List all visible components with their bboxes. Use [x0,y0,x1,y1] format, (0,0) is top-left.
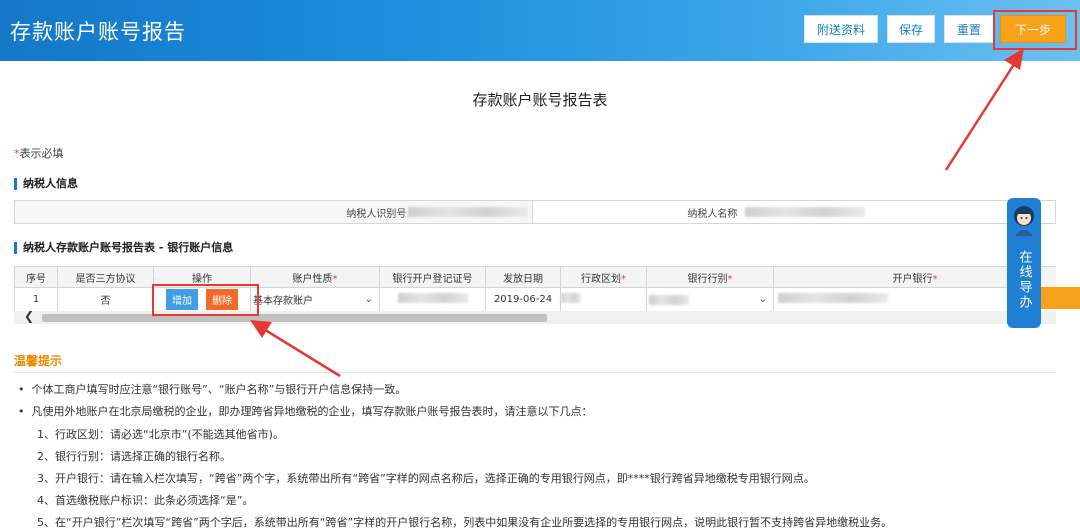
app-title: 存款账户账号报告 [10,20,186,44]
tip-item-1: 1、行政区划：请必选“北京市”(不能选其他省市)。 [37,428,284,441]
highlight-frame-next [993,10,1077,50]
arrow-to-operations [250,320,341,378]
tip-item-4: 4、首选缴税账户标识：此条必须选择“是”。 [37,494,254,507]
highlight-frame-operations [152,284,259,316]
col-account-type: 账户性质* [250,266,380,288]
registration-no-field[interactable] [379,287,486,312]
account-type-select[interactable]: 基本存款账户 ⌄ [250,287,380,312]
assistant-avatar-icon [1014,206,1034,236]
tip-bullet-2-text: 凡使用外地账户在北京局缴税的企业，即办理跨省异地缴税的企业，填写存款账户账号报告… [31,405,593,418]
tip-item-5: 5、在“开户银行”栏次填写“跨省”两个字后，系统带出所有“跨省”字样的开户银行名… [37,516,893,529]
scrollbar-thumb[interactable] [42,314,547,322]
taxpayer-name-cell: 纳税人名称 [533,201,1055,223]
required-star: * [932,273,938,285]
chevron-down-icon: ⌄ [364,294,373,305]
taxpayer-id-label: 纳税人识别号 [346,208,407,220]
online-help-label: 在线导办 [1016,250,1032,310]
col-bank-type: 银行行别* [646,266,774,288]
tip-item-2: 2、银行行别：请选择正确的银行名称。 [37,450,231,463]
taxpayer-name-label: 纳税人名称 [687,208,738,220]
required-star: * [332,273,338,285]
required-note: *表示必填 [14,145,64,161]
col-region-label: 行政区划 [581,273,621,285]
col-bank-type-label: 银行行别 [687,273,728,285]
row-three-party: 否 [57,287,154,312]
taxpayer-section-title: 纳税人信息 [14,178,78,190]
chevron-down-icon: ⌄ [758,294,767,305]
issue-date-field[interactable]: 2019-06-24 [485,287,561,312]
header-bar: 存款账户账号报告 附送资料 保存 重置 下一步 [0,0,1080,61]
page-title: 存款账户账号报告表 [472,91,608,109]
col-account-type-label: 账户性质 [292,273,333,285]
scroll-left-icon[interactable]: ❮ [24,309,34,323]
tips-title: 温馨提示 [14,354,63,368]
taxpayer-id-value-redacted [408,207,529,217]
tip-item-3: 3、开户银行：请在输入栏次填写，“跨省”两个字，系统带出所有“跨省”字样的网点名… [37,472,815,485]
tips-divider [14,372,1056,373]
registration-no-redacted [397,293,468,303]
region-value-redacted [561,293,581,303]
opening-bank-value-redacted [778,293,888,303]
required-star: * [621,273,626,285]
row-index: 1 [14,287,58,312]
col-index: 序号 [14,266,58,288]
region-select[interactable] [560,287,647,312]
tip-bullet-1-text: 个体工商户填写时应注意“银行账号”、“账户名称”与银行开户信息保持一致。 [31,383,407,396]
reset-button[interactable]: 重置 [944,15,994,43]
tip-bullet-2: • 凡使用外地账户在北京局缴税的企业，即办理跨省异地缴税的企业，填写存款账户账号… [18,405,593,418]
col-three-party: 是否三方协议 [57,266,154,288]
side-orange-tab[interactable] [1041,287,1080,309]
bank-type-select[interactable]: ⌄ [646,287,774,312]
account-type-value: 基本存款账户 [253,296,313,307]
bank-section-title: 纳税人存款账户账号报告表 - 银行账户信息 [14,242,233,254]
col-region: 行政区划* [560,266,647,288]
online-help-widget[interactable]: 在线导办 [1007,198,1041,328]
required-note-text: 表示必填 [19,147,64,160]
col-issue-date: 发放日期 [485,266,561,288]
tip-bullet-1: • 个体工商户填写时应注意“银行账号”、“账户名称”与银行开户信息保持一致。 [18,383,407,396]
taxpayer-id-cell: 纳税人识别号 [15,201,534,223]
col-opening-bank-label: 开户银行 [892,273,933,285]
col-registration-no: 银行开户登记证号 [379,266,486,288]
attach-materials-button[interactable]: 附送资料 [804,15,878,43]
taxpayer-name-value-redacted [745,207,866,217]
save-button[interactable]: 保存 [887,15,935,43]
taxpayer-info-table: 纳税人识别号 纳税人名称 [14,200,1056,224]
bank-type-value-redacted [649,294,689,305]
required-star: * [727,273,733,285]
